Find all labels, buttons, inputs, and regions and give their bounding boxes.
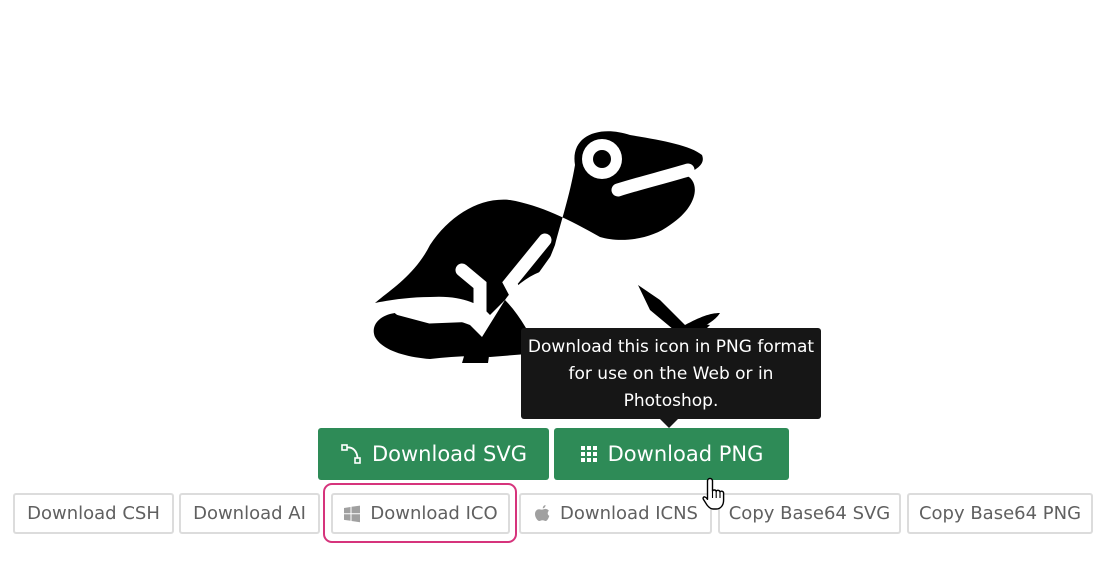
grid-icon	[580, 445, 598, 463]
download-png-label: Download PNG	[607, 442, 764, 466]
download-ico-label: Download ICO	[370, 503, 498, 524]
download-ai-button[interactable]: Download AI	[179, 493, 320, 534]
download-icns-button[interactable]: Download ICNS	[519, 493, 712, 534]
download-csh-button[interactable]: Download CSH	[13, 493, 174, 534]
png-download-tooltip: Download this icon in PNG format for use…	[521, 328, 821, 419]
download-png-button[interactable]: Download PNG	[554, 428, 789, 480]
windows-icon	[343, 505, 361, 523]
download-csh-label: Download CSH	[27, 503, 160, 524]
tooltip-arrow	[660, 419, 678, 428]
download-svg-button[interactable]: Download SVG	[318, 428, 549, 480]
apple-icon	[533, 504, 551, 524]
download-ico-button[interactable]: Download ICO	[331, 493, 510, 534]
vector-path-icon	[340, 443, 362, 465]
tooltip-line-2: for use on the Web or in	[568, 364, 774, 384]
download-svg-label: Download SVG	[371, 442, 528, 466]
tooltip-line-3: Photoshop.	[623, 391, 719, 411]
copy-base64-png-label: Copy Base64 PNG	[918, 503, 1082, 524]
download-ai-label: Download AI	[193, 503, 306, 524]
download-icns-label: Download ICNS	[560, 503, 698, 524]
copy-base64-svg-button[interactable]: Copy Base64 SVG	[718, 493, 901, 534]
tooltip-line-1: Download this icon in PNG format	[527, 337, 815, 357]
hand-cursor-icon	[701, 476, 731, 512]
copy-base64-png-button[interactable]: Copy Base64 PNG	[907, 493, 1093, 534]
copy-base64-svg-label: Copy Base64 SVG	[728, 503, 891, 524]
